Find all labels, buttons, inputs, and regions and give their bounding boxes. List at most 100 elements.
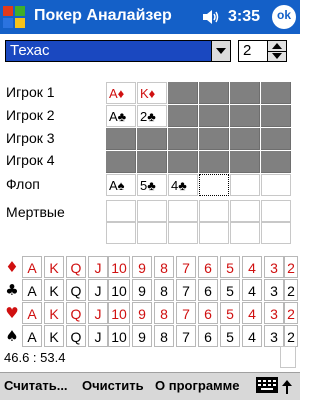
player-3-card-slot[interactable] <box>261 128 291 150</box>
deck-card[interactable]: 6 <box>198 256 218 278</box>
deck-card[interactable]: 7 <box>176 279 196 301</box>
volume-icon[interactable] <box>202 9 220 29</box>
player-2-card-slot[interactable] <box>261 105 291 127</box>
player-count-input[interactable]: 2 <box>238 40 268 62</box>
deck-card[interactable]: 7 <box>176 256 196 278</box>
player-4-card-slot[interactable] <box>106 151 136 173</box>
game-type-select[interactable]: Техас <box>5 40 231 62</box>
deck-card[interactable]: J <box>88 279 108 301</box>
deck-card[interactable]: 3 <box>264 279 284 301</box>
deck-card[interactable]: 5 <box>220 325 240 347</box>
deck-card[interactable]: 8 <box>154 302 174 324</box>
deck-card[interactable]: 9 <box>132 279 152 301</box>
clear-button[interactable]: Очистить <box>82 378 144 393</box>
dead-card-slot[interactable] <box>199 222 229 244</box>
player-1-card-slot[interactable]: A♦ <box>106 82 136 104</box>
deck-card[interactable]: Q <box>66 256 86 278</box>
ok-button[interactable]: ok <box>272 5 296 29</box>
deck-card[interactable]: 9 <box>132 302 152 324</box>
deck-card[interactable]: 9 <box>132 256 152 278</box>
dropdown-arrow-icon[interactable] <box>211 41 230 61</box>
deck-card[interactable]: 2 <box>284 256 298 278</box>
player-1-card-slot[interactable] <box>168 82 198 104</box>
player-4-card-slot[interactable] <box>137 151 167 173</box>
deck-card[interactable]: 3 <box>264 256 284 278</box>
flop-card-slot[interactable]: 5♣ <box>137 174 167 196</box>
deck-card[interactable]: 4 <box>242 256 262 278</box>
dead-card-slot[interactable] <box>261 222 291 244</box>
dead-card-slot[interactable] <box>168 200 198 222</box>
deck-card[interactable]: 6 <box>198 279 218 301</box>
windows-logo-icon[interactable] <box>3 6 25 28</box>
player-4-card-slot[interactable] <box>199 151 229 173</box>
flop-card-slot[interactable]: A♠ <box>106 174 136 196</box>
deck-card[interactable]: 5 <box>220 256 240 278</box>
deck-card[interactable]: K <box>44 302 64 324</box>
player-1-card-slot[interactable] <box>230 82 260 104</box>
dead-card-slot[interactable] <box>230 200 260 222</box>
deck-card[interactable]: 5 <box>220 302 240 324</box>
dead-card-slot[interactable] <box>199 200 229 222</box>
player-2-card-slot[interactable]: A♣ <box>106 105 136 127</box>
deck-card[interactable]: 8 <box>154 279 174 301</box>
deck-card[interactable]: K <box>44 325 64 347</box>
deck-card[interactable]: 9 <box>132 325 152 347</box>
deck-card[interactable]: 6 <box>198 302 218 324</box>
deck-card[interactable]: 7 <box>176 302 196 324</box>
flop-card-slot[interactable]: 4♣ <box>168 174 198 196</box>
deck-card[interactable]: 6 <box>198 325 218 347</box>
player-3-card-slot[interactable] <box>199 128 229 150</box>
deck-card[interactable]: 2 <box>284 279 298 301</box>
deck-card[interactable]: 10 <box>108 279 130 301</box>
dead-card-slot[interactable] <box>137 200 167 222</box>
about-button[interactable]: О программе <box>155 378 240 393</box>
player-3-card-slot[interactable] <box>137 128 167 150</box>
player-2-card-slot[interactable] <box>168 105 198 127</box>
deck-card[interactable]: 10 <box>108 325 130 347</box>
deck-card[interactable]: 8 <box>154 325 174 347</box>
deck-card[interactable]: A <box>22 302 42 324</box>
player-1-card-slot[interactable]: K♦ <box>137 82 167 104</box>
deck-card[interactable]: J <box>88 256 108 278</box>
dead-card-slot[interactable] <box>106 222 136 244</box>
player-count-stepper[interactable] <box>267 40 287 62</box>
flop-card-slot[interactable] <box>230 174 260 196</box>
player-1-card-slot[interactable] <box>261 82 291 104</box>
player-4-card-slot[interactable] <box>168 151 198 173</box>
input-menu-arrow-icon[interactable] <box>282 379 292 398</box>
deck-card[interactable]: K <box>44 279 64 301</box>
deck-card[interactable]: A <box>22 325 42 347</box>
dead-card-slot[interactable] <box>137 222 167 244</box>
player-3-card-slot[interactable] <box>230 128 260 150</box>
deck-card[interactable]: A <box>22 279 42 301</box>
flop-card-slot[interactable] <box>261 174 291 196</box>
deck-card[interactable]: 2 <box>284 325 298 347</box>
deck-card[interactable]: 4 <box>242 279 262 301</box>
deck-card[interactable]: 3 <box>264 325 284 347</box>
deck-card[interactable]: 10 <box>108 302 130 324</box>
deck-card[interactable]: J <box>88 302 108 324</box>
clock[interactable]: 3:35 <box>228 8 260 26</box>
deck-card[interactable]: K <box>44 256 64 278</box>
stepper-down-icon[interactable] <box>268 51 286 61</box>
dead-card-slot[interactable] <box>230 222 260 244</box>
player-1-card-slot[interactable] <box>199 82 229 104</box>
player-2-card-slot[interactable] <box>199 105 229 127</box>
calculate-button[interactable]: Считать... <box>4 378 68 393</box>
player-2-card-slot[interactable]: 2♣ <box>137 105 167 127</box>
player-3-card-slot[interactable] <box>106 128 136 150</box>
deck-card[interactable]: 4 <box>242 325 262 347</box>
player-3-card-slot[interactable] <box>168 128 198 150</box>
dead-card-slot[interactable] <box>261 200 291 222</box>
flop-card-slot[interactable] <box>199 174 229 196</box>
deck-card[interactable]: 3 <box>264 302 284 324</box>
deck-card[interactable]: 2 <box>284 302 298 324</box>
keyboard-icon[interactable] <box>256 377 278 393</box>
dead-card-slot[interactable] <box>106 200 136 222</box>
deck-card[interactable]: 8 <box>154 256 174 278</box>
deck-card[interactable]: 5 <box>220 279 240 301</box>
deck-card[interactable]: Q <box>66 279 86 301</box>
deck-card[interactable]: 7 <box>176 325 196 347</box>
deck-card[interactable]: A <box>22 256 42 278</box>
player-4-card-slot[interactable] <box>230 151 260 173</box>
